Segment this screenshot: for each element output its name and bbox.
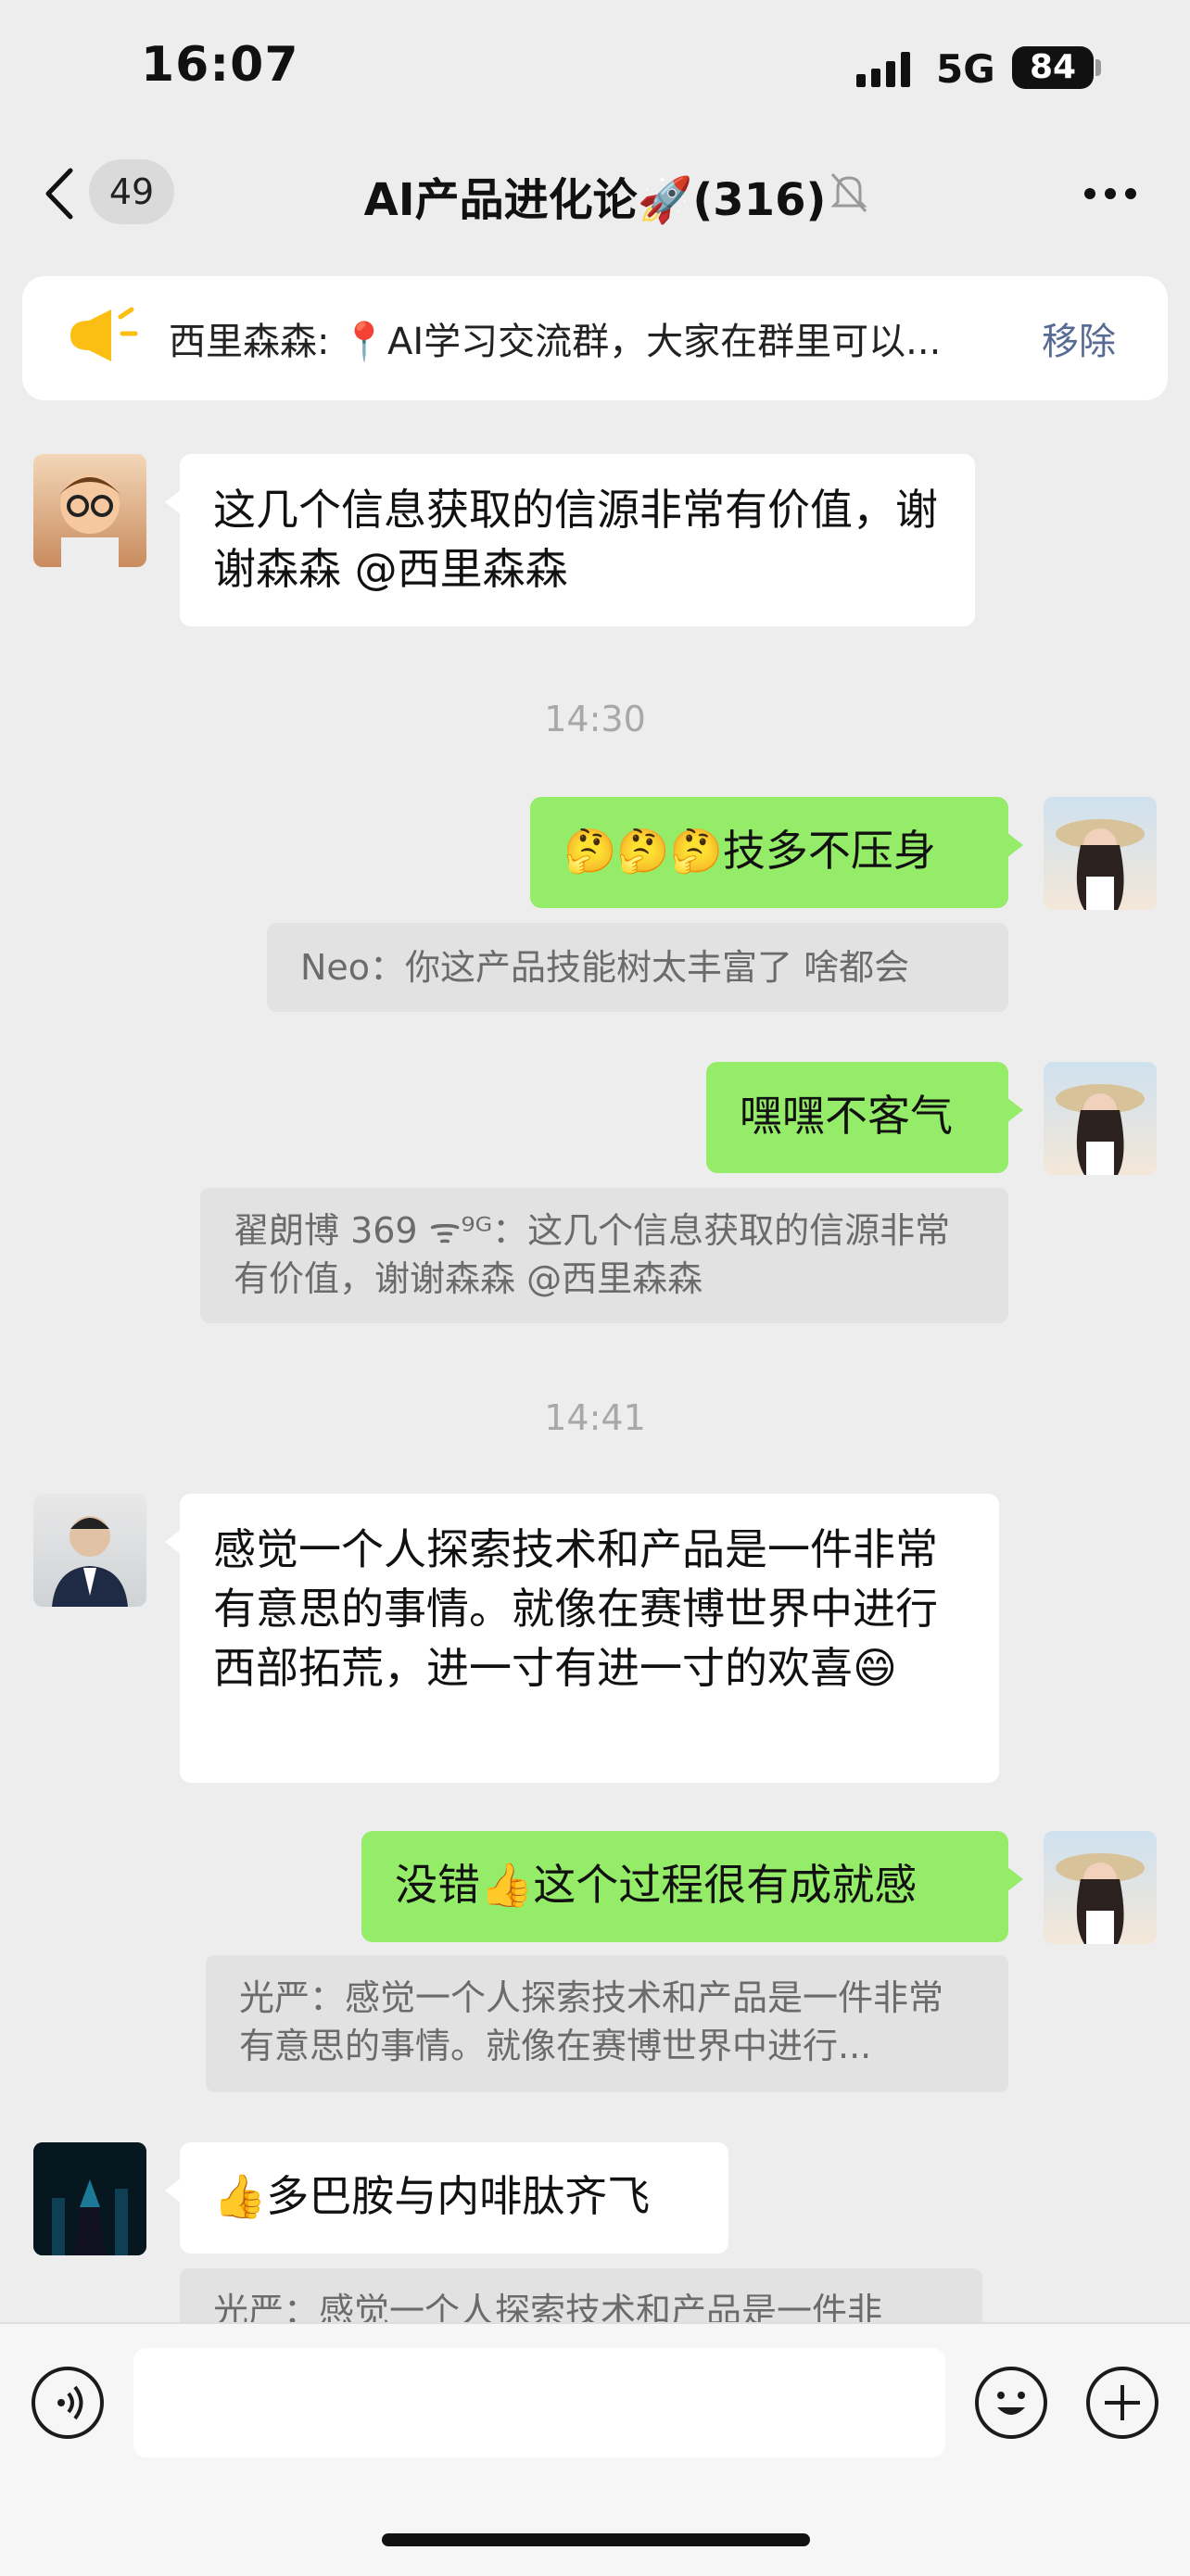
more-dots-icon[interactable]: [1082, 185, 1138, 202]
avatar[interactable]: [33, 1494, 146, 1607]
chat-message[interactable]: 感觉一个人探索技术和产品是一件非常有意思的事情。就像在赛博世界中进行西部拓荒，进…: [165, 1494, 999, 1783]
pinned-text: 西里森森: 📍AI学习交流群，大家在群里可以...: [169, 321, 942, 363]
remove-pin-button[interactable]: 移除: [1042, 311, 1116, 365]
battery-indicator: 84: [1012, 46, 1094, 89]
battery-tip: [1095, 59, 1101, 76]
chat-message[interactable]: 嘿嘿不客气: [706, 1062, 1023, 1173]
chat-message[interactable]: 没错👍这个过程很有成就感: [361, 1831, 1023, 1942]
chat-title: AI产品进化论🚀(316): [363, 174, 827, 226]
avatar[interactable]: [1044, 797, 1157, 910]
user-photo-icon: [1056, 819, 1145, 910]
avatar[interactable]: [33, 454, 146, 567]
signal-icon: [856, 52, 910, 87]
message-input[interactable]: [133, 2348, 945, 2457]
dark-figure-avatar-icon: [33, 2142, 146, 2255]
emoji-icon[interactable]: [975, 2367, 1047, 2439]
timestamp: 14:41: [544, 1397, 646, 1438]
user-photo-icon: [52, 1516, 128, 1607]
plus-icon[interactable]: [1086, 2367, 1158, 2439]
status-time: 16:07: [141, 37, 299, 93]
chat-message[interactable]: 👍多巴胺与内啡肽齐飞: [165, 2142, 728, 2254]
network-label: 5G: [936, 46, 995, 92]
user-photo-icon: [1056, 1084, 1145, 1175]
cartoon-avatar-icon: [59, 474, 120, 567]
quoted-message[interactable]: Neo：你这产品技能树太丰富了 啥都会: [267, 923, 1008, 1012]
pinned-notice[interactable]: 西里森森: 📍AI学习交流群，大家在群里可以... 移除: [22, 276, 1168, 400]
voice-icon[interactable]: [32, 2367, 104, 2439]
chat-message[interactable]: 🤔🤔🤔技多不压身: [530, 797, 1023, 908]
horn-icon: [70, 307, 138, 361]
quoted-message[interactable]: 翟朗博 369 ᯤ⁹ᴳ：这几个信息获取的信源非常有价值，谢谢森森 @西里森森: [200, 1188, 1008, 1323]
quoted-message[interactable]: 光严：感觉一个人探索技术和产品是一件非常有意思的事情。就像在赛博世界中进行...: [206, 1955, 1008, 2092]
avatar[interactable]: [1044, 1831, 1157, 1944]
bell-off-icon: [830, 172, 867, 213]
timestamp: 14:30: [544, 699, 646, 739]
chat-message[interactable]: 这几个信息获取的信源非常有价值，谢谢森森 @西里森森: [165, 454, 975, 626]
status-bar: 16:07 5G 84: [0, 0, 1190, 139]
avatar[interactable]: [33, 2142, 146, 2255]
home-indicator: [382, 2533, 810, 2546]
avatar[interactable]: [1044, 1062, 1157, 1175]
user-photo-icon: [1056, 1853, 1145, 1944]
